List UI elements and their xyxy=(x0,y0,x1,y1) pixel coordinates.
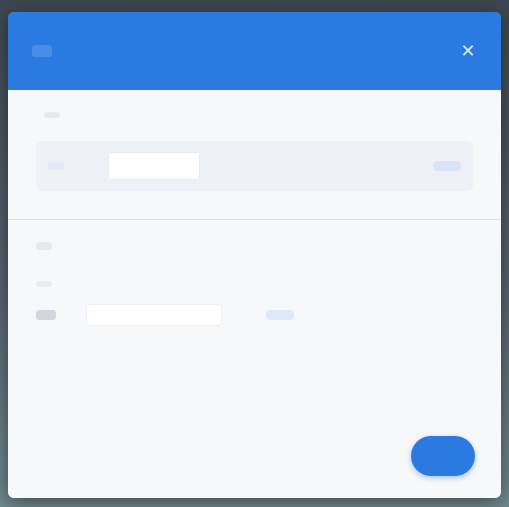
section-a-action-button[interactable] xyxy=(433,161,461,171)
section-a-input[interactable] xyxy=(108,152,200,180)
option-chip-1[interactable] xyxy=(48,162,64,170)
section-b-title xyxy=(36,242,52,250)
cancel-button[interactable] xyxy=(375,450,391,462)
ok-button[interactable] xyxy=(411,436,475,476)
option-chip-2[interactable] xyxy=(78,162,94,170)
dialog-title xyxy=(32,45,52,57)
dialog-footer xyxy=(375,436,475,476)
section-divider xyxy=(8,219,501,220)
section-b-field-label xyxy=(36,281,52,287)
dialog-titlebar: ✕ xyxy=(8,12,501,90)
dialog-content xyxy=(8,90,501,326)
section-b-select[interactable] xyxy=(36,310,56,320)
section-b-row xyxy=(36,304,473,326)
modal-dialog: ✕ xyxy=(8,12,501,498)
section-b-input[interactable] xyxy=(86,304,222,326)
section-a-row xyxy=(36,141,473,191)
close-icon[interactable]: ✕ xyxy=(457,40,479,62)
section-a-label xyxy=(44,112,60,118)
section-b-action-button[interactable] xyxy=(266,310,294,320)
